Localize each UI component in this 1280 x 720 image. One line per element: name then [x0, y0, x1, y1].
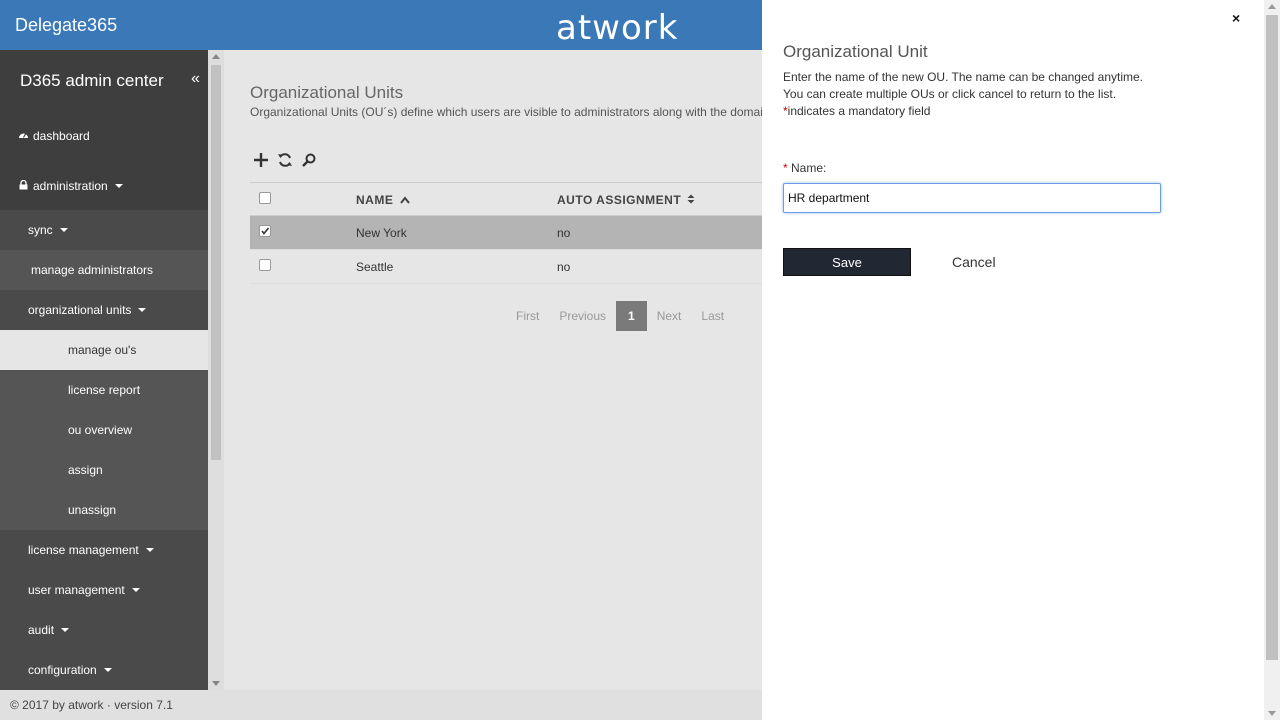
required-marker: * — [783, 161, 788, 175]
pager-next[interactable]: Next — [647, 301, 692, 331]
sidebar-item-sync[interactable]: sync — [0, 210, 208, 250]
row-checkbox[interactable] — [259, 225, 271, 237]
row-name[interactable]: Seattle — [356, 260, 393, 274]
scroll-up-icon[interactable] — [1268, 4, 1276, 9]
sidebar-item-label: dashboard — [33, 129, 90, 143]
atwork-logo: atwork — [556, 8, 679, 48]
table-toolbar — [252, 150, 318, 170]
sort-asc-icon — [400, 196, 410, 204]
sidebar-item-label: manage ou's — [68, 343, 137, 357]
column-header-auto-assignment[interactable]: AUTO ASSIGNMENT — [557, 193, 695, 207]
sidebar-item-label: ou overview — [68, 423, 133, 437]
scrollbar-thumb[interactable] — [1266, 15, 1278, 660]
chevron-down-icon — [103, 668, 112, 672]
plus-icon[interactable] — [252, 150, 270, 170]
main-content: Organizational Units Organizational Unit… — [224, 50, 762, 690]
refresh-icon[interactable] — [276, 150, 294, 170]
table-row[interactable]: Seattle no — [250, 250, 762, 284]
sidebar-item-label: license management — [28, 543, 139, 557]
name-field-label: * Name: — [783, 161, 827, 175]
scroll-up-icon[interactable] — [212, 54, 220, 59]
row-auto-assignment: no — [557, 260, 571, 274]
pager-last[interactable]: Last — [691, 301, 734, 331]
save-button[interactable]: Save — [783, 248, 911, 276]
sidebar-item-user-management[interactable]: user management — [0, 570, 208, 610]
page-description: Organizational Units (OU´s) define which… — [250, 105, 762, 119]
pagination: First Previous 1 Next Last — [506, 301, 734, 331]
dialog-instruction-2: You can create multiple OUs or click can… — [783, 87, 1117, 101]
row-name[interactable]: New York — [356, 226, 407, 240]
page-title: Organizational Units — [250, 83, 404, 102]
sidebar-item-organizational-units[interactable]: organizational units — [0, 290, 208, 330]
table-header: NAME AUTO ASSIGNMENT — [250, 182, 762, 216]
cancel-button[interactable]: Cancel — [952, 254, 996, 270]
dialog-instruction-1: Enter the name of the new OU. The name c… — [783, 70, 1143, 84]
ou-dialog-panel: × Organizational Unit Enter the name of … — [762, 0, 1264, 720]
sidebar-item-label: license report — [68, 383, 141, 397]
dialog-mandatory-note: *indicates a mandatory field — [783, 104, 931, 118]
ou-name-input[interactable] — [783, 183, 1161, 213]
pager-previous[interactable]: Previous — [549, 301, 616, 331]
chevron-down-icon — [114, 184, 123, 188]
sidebar-item-label: organizational units — [28, 303, 132, 317]
sidebar-item-audit[interactable]: audit — [0, 610, 208, 650]
sidebar-item-license-report[interactable]: license report — [0, 370, 208, 410]
sidebar-item-license-management[interactable]: license management — [0, 530, 208, 570]
sidebar-item-label: manage administrators — [31, 263, 154, 277]
sidebar-item-configuration[interactable]: configuration — [0, 650, 208, 690]
chevron-down-icon — [145, 548, 154, 552]
scroll-down-icon[interactable] — [1268, 711, 1276, 716]
footer: © 2017 by atwork · version 7.1 — [0, 690, 762, 720]
sidebar: D365 admin center « dashboard administra… — [0, 50, 208, 690]
pager-first[interactable]: First — [506, 301, 549, 331]
footer-text: © 2017 by atwork · version 7.1 — [10, 698, 173, 712]
sidebar-item-label: unassign — [68, 503, 117, 517]
table-row[interactable]: New York no — [250, 216, 762, 250]
sidebar-item-label: administration — [33, 179, 108, 193]
scroll-down-icon[interactable] — [212, 681, 220, 686]
sidebar-item-dashboard[interactable]: dashboard — [0, 116, 208, 156]
row-checkbox[interactable] — [259, 259, 271, 271]
ou-table: NAME AUTO ASSIGNMENT New York no Seattle… — [250, 182, 762, 284]
sidebar-item-manage-administrators[interactable]: manage administrators — [0, 250, 208, 290]
sidebar-item-label: audit — [28, 623, 55, 637]
lock-icon — [17, 179, 29, 193]
sidebar-item-assign[interactable]: assign — [0, 450, 208, 490]
select-all-checkbox[interactable] — [259, 192, 271, 204]
sidebar-item-label: sync — [28, 223, 53, 237]
brand-title[interactable]: Delegate365 — [15, 15, 117, 36]
dashboard-icon — [17, 130, 29, 142]
chevron-down-icon — [131, 588, 140, 592]
pager-current-page[interactable]: 1 — [616, 301, 647, 331]
sidebar-item-unassign[interactable]: unassign — [0, 490, 208, 530]
search-icon[interactable] — [300, 150, 318, 170]
sidebar-item-label: configuration — [28, 663, 97, 677]
sidebar-title: D365 admin center — [20, 71, 164, 90]
sidebar-item-ou-overview[interactable]: ou overview — [0, 410, 208, 450]
sidebar-item-administration[interactable]: administration — [0, 166, 208, 206]
close-icon[interactable]: × — [1232, 10, 1240, 26]
column-header-name[interactable]: NAME — [356, 193, 410, 207]
chevron-down-icon — [59, 228, 68, 232]
sort-icon — [687, 194, 695, 204]
page-scrollbar[interactable] — [1264, 0, 1280, 720]
sidebar-item-label: assign — [68, 463, 103, 477]
sidebar-item-label: user management — [28, 583, 125, 597]
sidebar-scrollbar[interactable] — [208, 50, 224, 690]
dialog-title: Organizational Unit — [783, 42, 928, 61]
sidebar-item-manage-ous[interactable]: manage ou's — [0, 330, 208, 370]
scrollbar-thumb[interactable] — [211, 65, 221, 460]
collapse-sidebar-icon[interactable]: « — [191, 70, 200, 88]
row-auto-assignment: no — [557, 226, 571, 240]
chevron-down-icon — [138, 308, 147, 312]
chevron-down-icon — [61, 628, 70, 632]
